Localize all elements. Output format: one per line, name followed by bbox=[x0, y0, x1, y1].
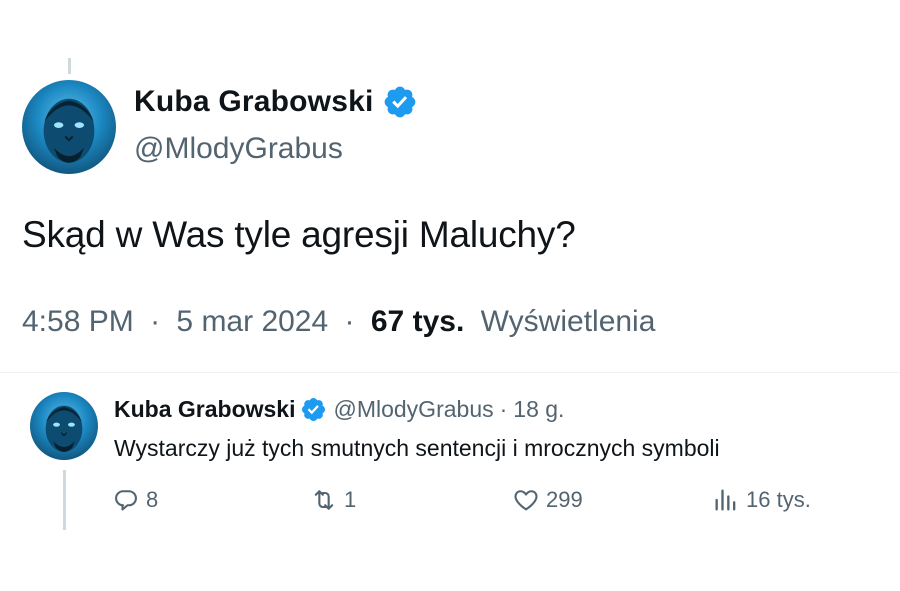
heart-icon bbox=[514, 490, 538, 511]
like-button[interactable]: 299 bbox=[512, 486, 583, 514]
avatar[interactable] bbox=[22, 80, 116, 174]
author-row: Kuba Grabowski bbox=[134, 84, 418, 120]
retweet-count: 1 bbox=[344, 487, 357, 512]
avatar-image bbox=[45, 405, 83, 452]
reply-avatar[interactable] bbox=[30, 392, 98, 460]
views-label: Wyświetlenia bbox=[480, 305, 656, 338]
tweet-meta: 4:58 PM · 5 mar 2024 · 67 tys. Wyświetle… bbox=[22, 305, 655, 339]
reply-count: 8 bbox=[146, 487, 159, 512]
reply-author-name[interactable]: Kuba Grabowski bbox=[114, 396, 295, 423]
reply-text: Wystarczy już tych smutnych sentencji i … bbox=[114, 435, 720, 461]
views-button[interactable]: 16 tys. bbox=[712, 486, 811, 514]
views-chart-icon bbox=[715, 489, 736, 511]
reply-time[interactable]: 18 g. bbox=[513, 396, 564, 423]
tweet-date[interactable]: 5 mar 2024 bbox=[176, 305, 328, 338]
reply-icon bbox=[115, 490, 137, 511]
verified-badge-icon[interactable] bbox=[382, 84, 418, 120]
meta-separator: · bbox=[344, 305, 355, 338]
retweet-icon bbox=[314, 490, 334, 510]
views-count: 67 tys. bbox=[370, 305, 465, 338]
avatar-image bbox=[43, 98, 95, 163]
reply-author-handle[interactable]: @MlodyGrabus bbox=[333, 396, 493, 423]
reply-button[interactable]: 8 bbox=[112, 486, 158, 514]
retweet-button[interactable]: 1 bbox=[310, 486, 356, 514]
verified-badge-icon[interactable] bbox=[300, 396, 327, 423]
reply-header: Kuba Grabowski @MlodyGrabus · 18 g. bbox=[114, 396, 564, 423]
thread-line-top bbox=[68, 58, 71, 74]
author-handle[interactable]: @MlodyGrabus bbox=[134, 132, 343, 166]
author-name[interactable]: Kuba Grabowski bbox=[134, 85, 374, 119]
reply-actions: 8 1 299 16 tys. bbox=[0, 486, 900, 520]
meta-separator: · bbox=[150, 305, 161, 338]
views-count-reply: 16 tys. bbox=[746, 487, 811, 512]
like-count: 299 bbox=[546, 487, 583, 512]
tweet-text: Skąd w Was tyle agresji Maluchy? bbox=[22, 214, 576, 255]
reply-separator: · bbox=[499, 396, 508, 422]
divider bbox=[0, 372, 900, 373]
tweet-time[interactable]: 4:58 PM bbox=[22, 305, 134, 338]
